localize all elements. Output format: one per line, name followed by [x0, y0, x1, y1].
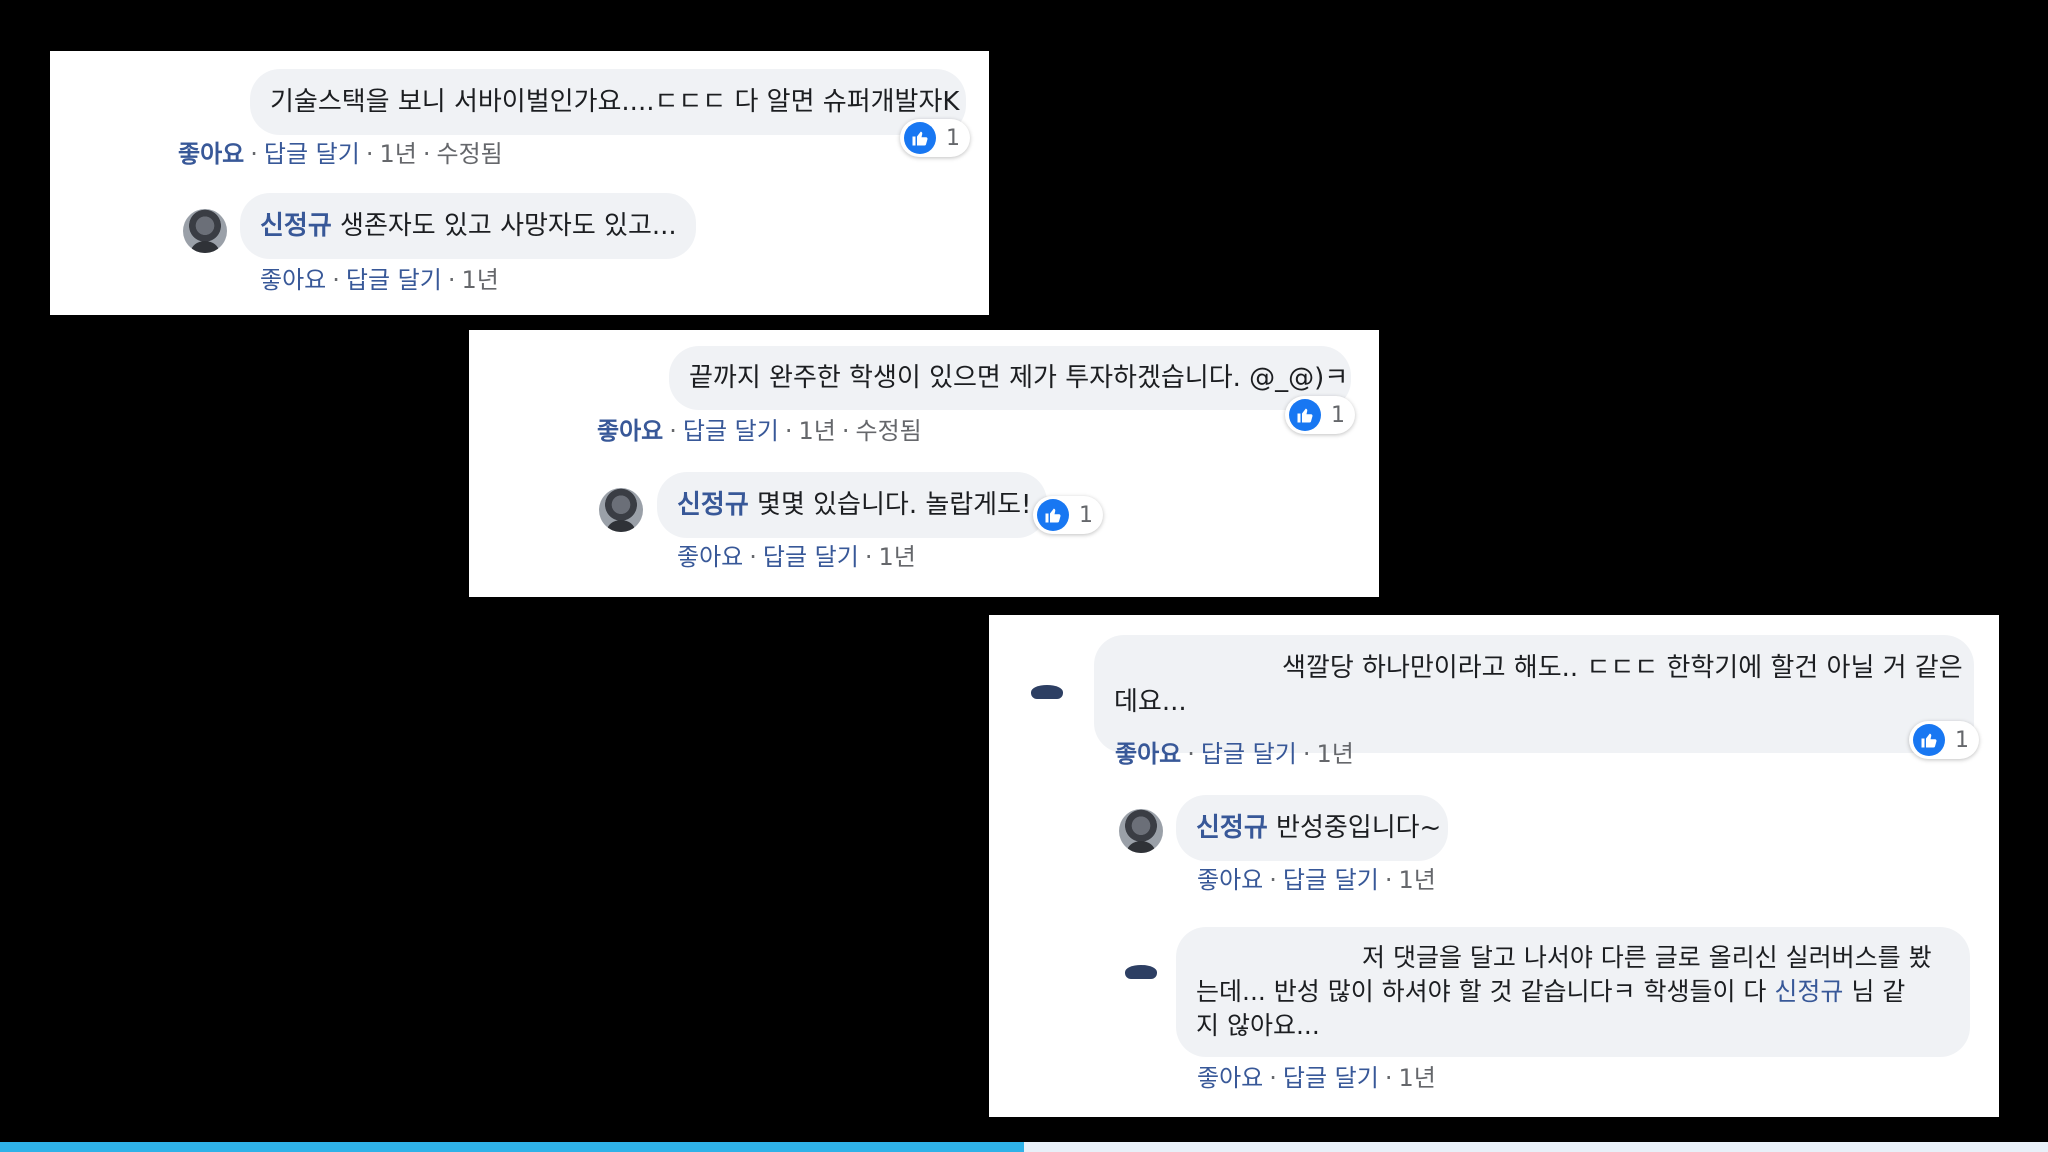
reply-line-2-tail: 님 같 — [1843, 977, 1906, 1006]
timestamp[interactable]: 1년 — [798, 417, 835, 445]
like-link[interactable]: 좋아요 — [1115, 740, 1181, 768]
reply-link[interactable]: 답글 달기 — [346, 266, 442, 294]
reply-line-1: 저 댓글을 달고 나서야 다른 글로 올리신 실러버스를 봤 — [1362, 943, 1932, 972]
reply-actions: 좋아요 · 답글 달기 · 1년 — [260, 266, 499, 294]
comment-text: 끝까지 완주한 학생이 있으면 제가 투자하겠습니다. @_@)ㅋ — [689, 363, 1349, 393]
reply-line-2-text: 는데... 반성 많이 하셔야 할 것 같습니다ㅋ 학생들이 다 — [1196, 977, 1775, 1006]
edited-label: 수정됨 — [855, 417, 922, 445]
reply-bubble: 신정규 몇몇 있습니다. 놀랍게도! — [657, 472, 1047, 538]
thumbs-up-icon — [1913, 724, 1945, 756]
video-progress-bar[interactable] — [0, 1142, 2048, 1152]
reply-bubble: 저 댓글을 달고 나서야 다른 글로 올리신 실러버스를 봤 는데... 반성 … — [1176, 927, 1970, 1057]
reply-actions: 좋아요 · 답글 달기 · 1년 — [1197, 1064, 1436, 1092]
reply-text: 반성중입니다~ — [1276, 813, 1442, 843]
reply-text: 몇몇 있습니다. 놀랍게도! — [757, 490, 1032, 520]
reply-link[interactable]: 답글 달기 — [1283, 1064, 1379, 1092]
comment-panel-3: 색깔당 하나만이라고 해도.. ㄷㄷㄷ 한학기에 할건 아닐 거 같은 데요..… — [989, 615, 1999, 1117]
reaction-count: 1 — [1955, 727, 1969, 753]
timestamp[interactable]: 1년 — [1398, 866, 1435, 894]
reaction-count: 1 — [1079, 502, 1093, 528]
like-link[interactable]: 좋아요 — [178, 140, 244, 168]
reaction-badge[interactable]: 1 — [900, 119, 970, 157]
reply-link[interactable]: 답글 달기 — [264, 140, 360, 168]
comment-line-2: 데요... — [1114, 687, 1187, 717]
thumbs-up-icon — [1289, 399, 1321, 431]
timestamp[interactable]: 1년 — [1316, 740, 1353, 768]
reply-text: 생존자도 있고 사망자도 있고... — [340, 211, 677, 241]
reply-link[interactable]: 답글 달기 — [683, 417, 779, 445]
thumbs-up-icon — [904, 122, 936, 154]
reply-link[interactable]: 답글 달기 — [1283, 866, 1379, 894]
avatar[interactable] — [1025, 681, 1069, 703]
like-link[interactable]: 좋아요 — [597, 417, 663, 445]
timestamp[interactable]: 1년 — [878, 543, 915, 571]
video-progress-fill — [0, 1142, 1024, 1152]
reaction-badge[interactable]: 1 — [1033, 496, 1103, 534]
reaction-badge[interactable]: 1 — [1909, 721, 1979, 759]
avatar[interactable] — [183, 209, 227, 253]
comment-bubble: 색깔당 하나만이라고 해도.. ㄷㄷㄷ 한학기에 할건 아닐 거 같은 데요..… — [1094, 635, 1974, 753]
reply-link[interactable]: 답글 달기 — [763, 543, 859, 571]
comment-bubble: 기술스택을 보니 서바이벌인가요....ㄷㄷㄷ 다 알면 슈퍼개발자K — [250, 69, 966, 135]
like-link[interactable]: 좋아요 — [677, 543, 743, 571]
avatar[interactable] — [599, 488, 643, 532]
comment-panel-1: 기술스택을 보니 서바이벌인가요....ㄷㄷㄷ 다 알면 슈퍼개발자K 1 좋아… — [50, 51, 989, 315]
reply-actions: 좋아요 · 답글 달기 · 1년 — [677, 543, 916, 571]
author-name[interactable]: 신정규 — [677, 490, 749, 520]
timestamp[interactable]: 1년 — [461, 266, 498, 294]
comment-text: 기술스택을 보니 서바이벌인가요....ㄷㄷㄷ 다 알면 슈퍼개발자K — [270, 87, 960, 117]
reply-bubble: 신정규 생존자도 있고 사망자도 있고... — [240, 193, 696, 259]
like-link[interactable]: 좋아요 — [1197, 1064, 1263, 1092]
comment-panel-2: 끝까지 완주한 학생이 있으면 제가 투자하겠습니다. @_@)ㅋ 1 좋아요 ·… — [469, 330, 1379, 597]
edited-label: 수정됨 — [436, 140, 503, 168]
mention-link[interactable]: 신정규 — [1774, 977, 1843, 1006]
comment-bubble: 끝까지 완주한 학생이 있으면 제가 투자하겠습니다. @_@)ㅋ — [669, 346, 1351, 410]
reply-actions: 좋아요 · 답글 달기 · 1년 — [1197, 866, 1436, 894]
like-link[interactable]: 좋아요 — [1197, 866, 1263, 894]
reaction-badge[interactable]: 1 — [1285, 396, 1355, 434]
comment-actions: 좋아요 · 답글 달기 · 1년 · 수정됨 — [597, 417, 922, 445]
reply-line-3: 지 않아요... — [1196, 1011, 1320, 1040]
author-name[interactable]: 신정규 — [260, 211, 332, 241]
thumbs-up-icon — [1037, 499, 1069, 531]
reply-line-2: 는데... 반성 많이 하셔야 할 것 같습니다ㅋ 학생들이 다 신정규 님 같 — [1196, 975, 1950, 1009]
avatar[interactable] — [1119, 809, 1163, 853]
like-link[interactable]: 좋아요 — [260, 266, 326, 294]
reaction-count: 1 — [1331, 402, 1345, 428]
reply-link[interactable]: 답글 달기 — [1201, 740, 1297, 768]
comment-actions: 좋아요 · 답글 달기 · 1년 — [1115, 740, 1354, 768]
author-name[interactable]: 신정규 — [1196, 813, 1268, 843]
timestamp[interactable]: 1년 — [1398, 1064, 1435, 1092]
reaction-count: 1 — [946, 125, 960, 151]
avatar[interactable] — [1119, 961, 1163, 983]
comment-line-1: 색깔당 하나만이라고 해도.. ㄷㄷㄷ 한학기에 할건 아닐 거 같은 — [1282, 653, 1963, 683]
reply-bubble: 신정규 반성중입니다~ — [1176, 795, 1448, 861]
timestamp[interactable]: 1년 — [379, 140, 416, 168]
comment-actions: 좋아요 · 답글 달기 · 1년 · 수정됨 — [178, 140, 503, 168]
